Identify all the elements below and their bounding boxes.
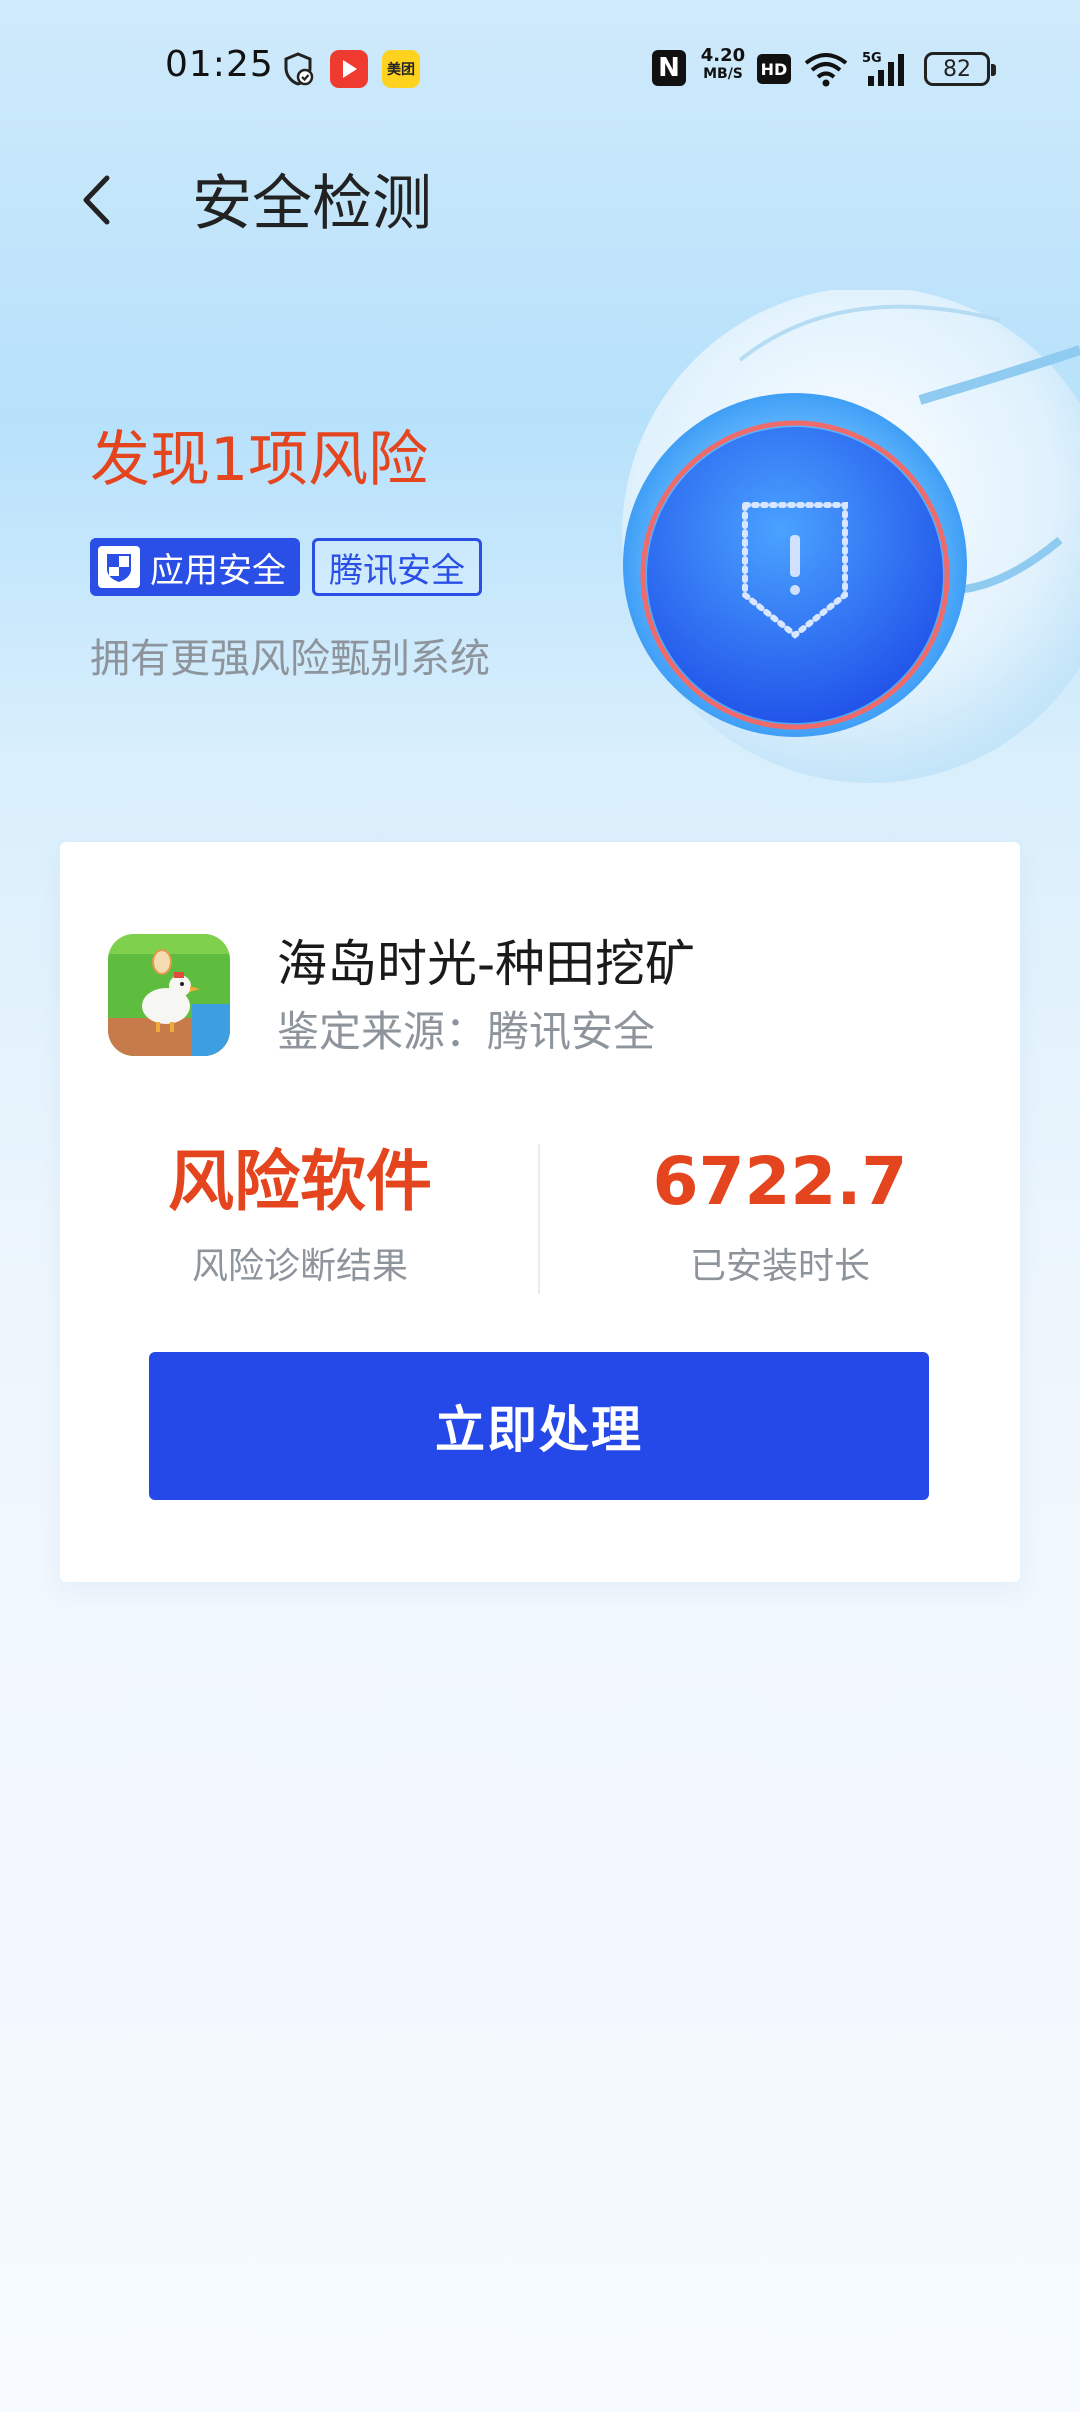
app-name: 海岛时光-种田挖矿 <box>277 935 696 993</box>
stat-risk-result: 风险软件 风险诊断结果 <box>60 1142 540 1290</box>
chevron-left-icon <box>83 175 110 225</box>
signal-5g-icon: 5G <box>862 50 910 88</box>
net-speed: 4.20 MB/S <box>696 45 750 83</box>
nfc-icon: N <box>652 50 686 86</box>
status-time: 01:25 <box>165 44 274 85</box>
net-speed-value: 4.20 <box>700 45 746 66</box>
battery-icon: 82 <box>924 52 996 86</box>
stat-install-duration: 6722.7 已安装时长 <box>540 1142 1020 1290</box>
stat-install-duration-value: 6722.7 <box>652 1143 908 1220</box>
shield-app-icon <box>98 546 140 588</box>
app-source: 鉴定来源：腾讯安全 <box>277 1007 656 1056</box>
shield-orb-icon <box>620 287 1080 810</box>
tag-app-security-label: 应用安全 <box>150 550 286 591</box>
video-app-icon <box>330 50 368 88</box>
status-bar: 01:25 美团 N 4.20 MB/S HD 5G 82 <box>0 0 1080 140</box>
tag-app-security: 应用安全 <box>90 538 300 596</box>
tag-list: 应用安全 腾讯安全 <box>90 538 482 596</box>
app-icon <box>108 934 230 1056</box>
page-title: 安全检测 <box>192 169 432 239</box>
wifi-icon <box>802 50 850 88</box>
meituan-app-icon: 美团 <box>382 50 420 88</box>
risk-headline: 发现1项风险 <box>90 425 429 495</box>
stat-risk-result-value: 风险软件 <box>168 1143 432 1220</box>
risk-app-card: 海岛时光-种田挖矿 鉴定来源：腾讯安全 风险软件 风险诊断结果 6722.7 已… <box>60 842 1020 1582</box>
handle-now-button[interactable]: 立即处理 <box>149 1352 929 1500</box>
net-speed-unit: MB/S <box>703 66 743 82</box>
shield-check-icon <box>280 50 316 88</box>
stat-install-duration-label: 已安装时长 <box>689 1246 870 1287</box>
network-label: 5G <box>862 51 882 66</box>
hd-icon: HD <box>757 54 791 84</box>
hero-subtitle: 拥有更强风险甄别系统 <box>90 636 490 682</box>
tag-tencent-security: 腾讯安全 <box>312 538 482 596</box>
back-button[interactable] <box>68 165 124 235</box>
stat-risk-result-label: 风险诊断结果 <box>191 1246 408 1287</box>
